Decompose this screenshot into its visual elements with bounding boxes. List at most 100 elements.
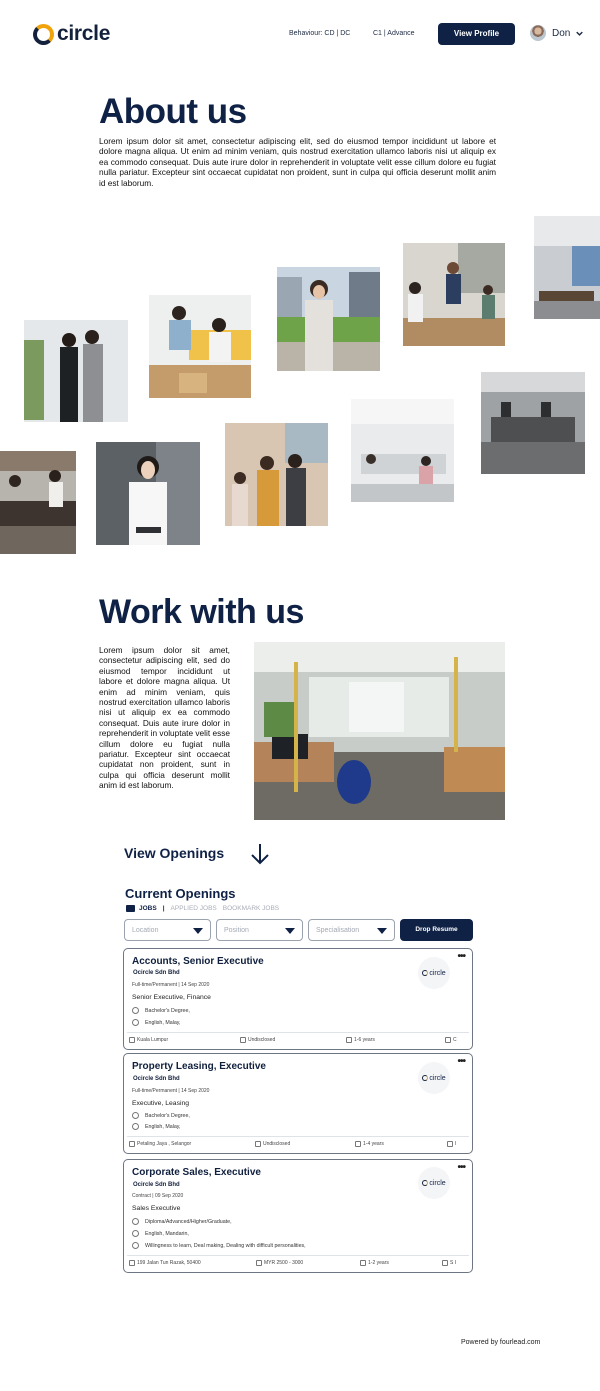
more-options-icon[interactable]: ••• [457, 1162, 465, 1173]
education-row: Diploma/Advanced/Higher/Graduate, [132, 1218, 232, 1225]
graduation-cap-icon [132, 1218, 139, 1225]
education-row: Bachelor's Degree, [132, 1112, 190, 1119]
photo-meeting-room [534, 216, 600, 319]
position-select[interactable]: Position [216, 919, 303, 941]
logo-mark-icon [33, 23, 54, 45]
work-title: Work with us [99, 593, 304, 631]
money-icon [255, 1141, 261, 1147]
company-logo: circle [418, 957, 450, 989]
more-options-icon[interactable]: ••• [457, 1056, 465, 1067]
company-logo: circle [418, 1062, 450, 1094]
skills-text: Willingness to learn, Deal making, Deali… [145, 1242, 306, 1249]
education-text: Diploma/Advanced/Higher/Graduate, [145, 1218, 232, 1225]
company-logo-text: circle [429, 1074, 446, 1082]
job-title[interactable]: Corporate Sales, Executive [132, 1167, 261, 1178]
view-profile-button[interactable]: View Profile [438, 23, 515, 45]
tab-jobs-label: JOBS [139, 905, 157, 912]
job-role: Sales Executive [132, 1205, 181, 1212]
logo-text: circle [57, 22, 111, 45]
location-text: Kuala Lumpur [137, 1037, 169, 1043]
photo-couple-boxes [149, 295, 251, 398]
graduation-cap-icon [132, 1112, 139, 1119]
experience-info: 1-4 years [355, 1141, 384, 1147]
education-text: Bachelor's Degree, [145, 1007, 190, 1014]
salary-text: Undisclosed [248, 1037, 276, 1043]
specialisation-select[interactable]: Specialisation [308, 919, 395, 941]
tab-applied-jobs[interactable]: APPLIED JOBS [171, 905, 217, 912]
photo-woman-outdoor [277, 267, 380, 371]
language-text: English, Malay, [145, 1019, 181, 1026]
company-name: Ocircle Sdn Bhd [133, 1076, 180, 1082]
arrow-down-icon[interactable] [250, 842, 270, 866]
tab-jobs[interactable]: JOBS [126, 905, 157, 912]
user-name[interactable]: Don [552, 28, 570, 39]
current-openings-title: Current Openings [125, 886, 236, 901]
job-title[interactable]: Property Leasing, Executive [132, 1061, 266, 1072]
location-icon [129, 1037, 135, 1043]
company-logo-text: circle [429, 969, 446, 977]
company-logo-text: circle [429, 1179, 446, 1187]
photo-team-discussion [403, 243, 505, 346]
photo-woman-tablet [96, 442, 200, 545]
location-select-label: Location [132, 927, 159, 934]
grade-info: S I [442, 1260, 456, 1266]
location-text: Petaling Jaya , Selangor [137, 1141, 192, 1147]
job-title[interactable]: Accounts, Senior Executive [132, 956, 264, 967]
calendar-icon [355, 1141, 361, 1147]
education-text: Bachelor's Degree, [145, 1112, 190, 1119]
logo[interactable]: circle [33, 22, 110, 46]
grade-text: S I [450, 1260, 457, 1266]
company-name: Ocircle Sdn Bhd [133, 970, 180, 976]
language-icon [132, 1019, 139, 1026]
skills-icon [132, 1242, 139, 1249]
photo-office-interior [254, 642, 505, 820]
grade-info: I [447, 1141, 456, 1147]
experience-info: 1-2 years [360, 1260, 389, 1266]
job-footer: Petaling Jaya , Selangor Undisclosed 1-4… [127, 1136, 469, 1150]
language-row: English, Malay, [132, 1123, 181, 1130]
language-row: English, Mandarin, [132, 1230, 189, 1237]
grade-info: C [445, 1037, 457, 1043]
location-info: Kuala Lumpur [129, 1037, 168, 1043]
top-nav: circle Behaviour: CD | DC C1 | Advance V… [0, 0, 600, 70]
photo-empty-office [481, 372, 585, 474]
logo-mark-icon [422, 1075, 429, 1081]
location-icon [129, 1260, 135, 1266]
job-meta: Full-time/Permanent | 14 Sep 2020 [132, 982, 210, 988]
location-info: Petaling Jaya , Selangor [129, 1141, 191, 1147]
tab-separator: | [162, 905, 165, 912]
language-row: English, Malay, [132, 1019, 181, 1026]
tab-bookmark-jobs[interactable]: BOOKMARK JOBS [223, 905, 279, 912]
grade-text: I [455, 1141, 457, 1147]
education-row: Bachelor's Degree, [132, 1007, 190, 1014]
dropdown-arrow-icon [377, 928, 387, 934]
photo-group-laughing [225, 423, 328, 526]
chevron-down-icon[interactable] [576, 30, 583, 37]
job-card[interactable]: Accounts, Senior Executive Ocircle Sdn B… [123, 948, 473, 1050]
language-icon [132, 1123, 139, 1130]
logo-mark-icon [422, 970, 429, 976]
work-paragraph: Lorem ipsum dolor sit amet, consectetur … [99, 645, 230, 791]
job-meta: Full-time/Permanent | 14 Sep 2020 [132, 1088, 210, 1094]
money-icon [240, 1037, 246, 1043]
view-openings-link[interactable]: View Openings [124, 845, 224, 861]
photo-workshop-table [0, 451, 76, 554]
dropdown-arrow-icon [285, 928, 295, 934]
location-text: 199 Jalan Tun Razak, 50400 [137, 1260, 201, 1266]
experience-text: 1-4 years [363, 1141, 384, 1147]
job-role: Executive, Leasing [132, 1100, 190, 1107]
grade-icon [445, 1037, 451, 1043]
level-label: C1 | Advance [373, 30, 415, 37]
job-card[interactable]: Corporate Sales, Executive Ocircle Sdn B… [123, 1159, 473, 1273]
avatar[interactable] [530, 25, 546, 41]
location-select[interactable]: Location [124, 919, 211, 941]
grade-icon [447, 1141, 453, 1147]
more-options-icon[interactable]: ••• [457, 951, 465, 962]
salary-info: Undisclosed [240, 1037, 275, 1043]
job-card[interactable]: Property Leasing, Executive Ocircle Sdn … [123, 1053, 473, 1154]
powered-by[interactable]: Powered by fourlead.com [461, 1339, 540, 1346]
job-tabs: JOBS | APPLIED JOBS BOOKMARK JOBS [126, 905, 279, 912]
drop-resume-button[interactable]: Drop Resume [400, 919, 473, 941]
grade-text: C [453, 1037, 457, 1043]
language-icon [132, 1230, 139, 1237]
